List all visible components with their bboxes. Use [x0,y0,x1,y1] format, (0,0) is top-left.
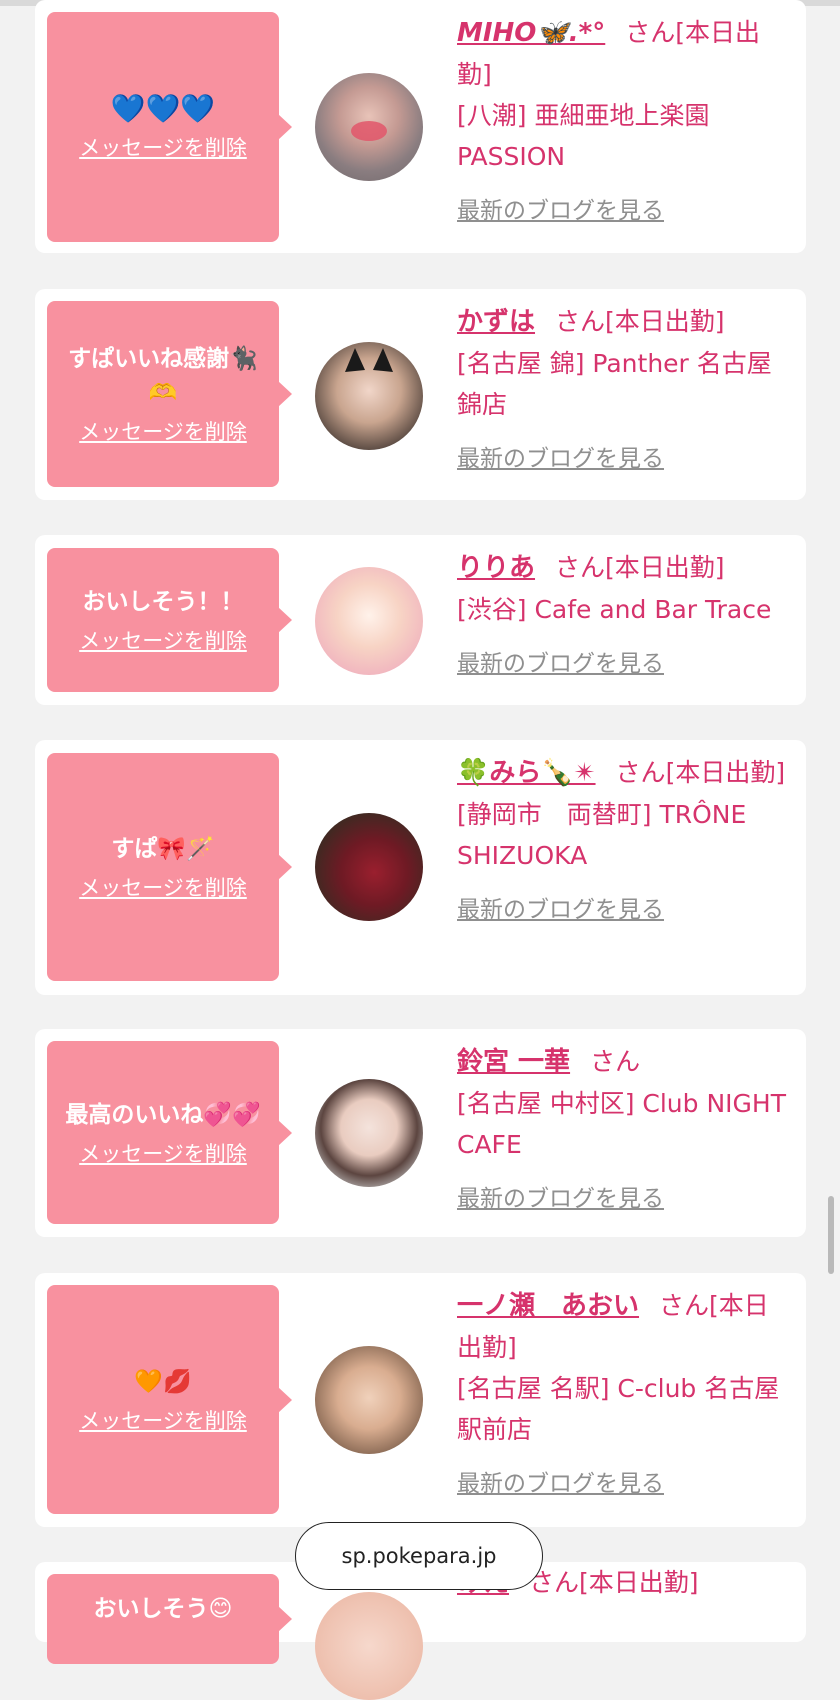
message-bubble: 💙💙💙 メッセージを削除 [47,12,292,242]
shop-name: [静岡市 両替町] TRÔNE SHIZUOKA [457,800,747,870]
attendance-status: [本日出勤] [605,553,725,582]
cast-name-link[interactable]: りりあ [457,553,535,583]
honorific: さん [590,1047,641,1076]
message-card: 🧡💋 メッセージを削除 一ノ瀬 あおい さん[本日出勤] [名古屋 名駅] C-c… [35,1273,806,1527]
message-feed: 💙💙💙 メッセージを削除 MIHO🦋.*° さん[本日出勤] [八潮] 亜細亜地上… [0,0,840,1700]
cast-info: りりあ さん[本日出勤] [渋谷] Cafe and Bar Trace 最新のブ… [457,547,793,678]
latest-blog-link[interactable]: 最新のブログを見る [457,1179,664,1213]
delete-message-link[interactable]: メッセージを削除 [79,132,247,162]
cast-info: 鈴宮 一華 さん [名古屋 中村区] Club NIGHT CAFE 最新のブログ… [457,1041,793,1213]
avatar[interactable] [315,1346,423,1454]
honorific: さん [659,1291,710,1320]
attendance-status: [本日出勤] [605,307,725,336]
avatar[interactable] [315,567,423,675]
delete-message-link[interactable]: メッセージを削除 [79,416,247,446]
attendance-status: [本日出勤] [579,1568,699,1597]
honorific: さん [555,553,606,582]
avatar[interactable] [315,73,423,181]
message-bubble: すぱいいね感謝🐈‍⬛🫶 メッセージを削除 [47,301,292,487]
cast-name-link[interactable]: 鈴宮 一華 [457,1047,570,1077]
message-card: 最高のいいね💞💞 メッセージを削除 鈴宮 一華 さん [名古屋 中村区] Club… [35,1029,806,1237]
cast-name-link[interactable]: MIHO🦋.*° [457,18,605,48]
shop-name: [渋谷] Cafe and Bar Trace [457,595,772,624]
latest-blog-link[interactable]: 最新のブログを見る [457,1464,664,1498]
delete-message-link[interactable]: メッセージを削除 [79,872,247,902]
cast-name-link[interactable]: 🍀みら🍾✴ [457,758,596,788]
message-text: すぱ🎀🪄 [111,836,215,862]
avatar[interactable] [315,342,423,450]
delete-message-link[interactable]: メッセージを削除 [79,1405,247,1435]
message-card: おいしそう！！ メッセージを削除 りりあ さん[本日出勤] [渋谷] Cafe a… [35,535,806,705]
cast-info: MIHO🦋.*° さん[本日出勤] [八潮] 亜細亜地上楽園 PASSION 最新… [457,12,793,225]
message-text: おいしそう！！ [82,589,244,615]
delete-message-link[interactable]: メッセージを削除 [79,625,247,655]
shop-name: [名古屋 中村区] Club NIGHT CAFE [457,1089,786,1159]
scrollbar[interactable] [828,1196,834,1274]
message-text: 💙💙💙 [110,92,216,125]
message-text: 最高のいいね💞💞 [65,1101,261,1128]
cast-info: 🍀みら🍾✴ さん[本日出勤] [静岡市 両替町] TRÔNE SHIZUOKA 最… [457,752,793,924]
avatar[interactable] [315,1079,423,1187]
message-bubble: おいしそう😊 [47,1574,292,1664]
message-bubble: 最高のいいね💞💞 メッセージを削除 [47,1041,292,1224]
message-text: 🧡💋 [134,1368,192,1395]
shop-name: [八潮] 亜細亜地上楽園 PASSION [457,101,710,171]
latest-blog-link[interactable]: 最新のブログを見る [457,890,664,924]
message-card: 💙💙💙 メッセージを削除 MIHO🦋.*° さん[本日出勤] [八潮] 亜細亜地上… [35,0,806,253]
cast-name-link[interactable]: かずは [457,307,535,337]
cast-info: かずは さん[本日出勤] [名古屋 錦] Panther 名古屋錦店 最新のブログ… [457,301,793,473]
avatar[interactable] [315,813,423,921]
latest-blog-link[interactable]: 最新のブログを見る [457,439,664,473]
honorific: さん [555,307,606,336]
honorific: さん [615,758,666,787]
message-bubble: おいしそう！！ メッセージを削除 [47,548,292,692]
honorific: さん [625,18,676,47]
message-bubble: 🧡💋 メッセージを削除 [47,1285,292,1514]
avatar[interactable] [315,1592,423,1700]
message-card: すぱ🎀🪄 メッセージを削除 🍀みら🍾✴ さん[本日出勤] [静岡市 両替町] TR… [35,740,806,995]
shop-name: [名古屋 名駅] C-club 名古屋駅前店 [457,1374,780,1444]
shop-name: [名古屋 錦] Panther 名古屋錦店 [457,349,772,419]
message-text: おいしそう😊 [93,1596,233,1622]
message-bubble: すぱ🎀🪄 メッセージを削除 [47,753,292,981]
latest-blog-link[interactable]: 最新のブログを見る [457,644,664,678]
cast-info: 一ノ瀬 あおい さん[本日出勤] [名古屋 名駅] C-club 名古屋駅前店 最… [457,1285,793,1498]
attendance-status: [本日出勤] [665,758,786,787]
cast-name-link[interactable]: 一ノ瀬 あおい [457,1291,639,1321]
latest-blog-link[interactable]: 最新のブログを見る [457,191,664,225]
message-text: すぱいいね感謝🐈‍⬛🫶 [68,346,258,406]
browser-url-bar[interactable]: sp.pokepara.jp [295,1522,543,1590]
delete-message-link[interactable]: メッセージを削除 [79,1138,247,1168]
url-text: sp.pokepara.jp [341,1544,497,1568]
message-card: すぱいいね感謝🐈‍⬛🫶 メッセージを削除 かずは さん[本日出勤] [名古屋 錦]… [35,289,806,500]
